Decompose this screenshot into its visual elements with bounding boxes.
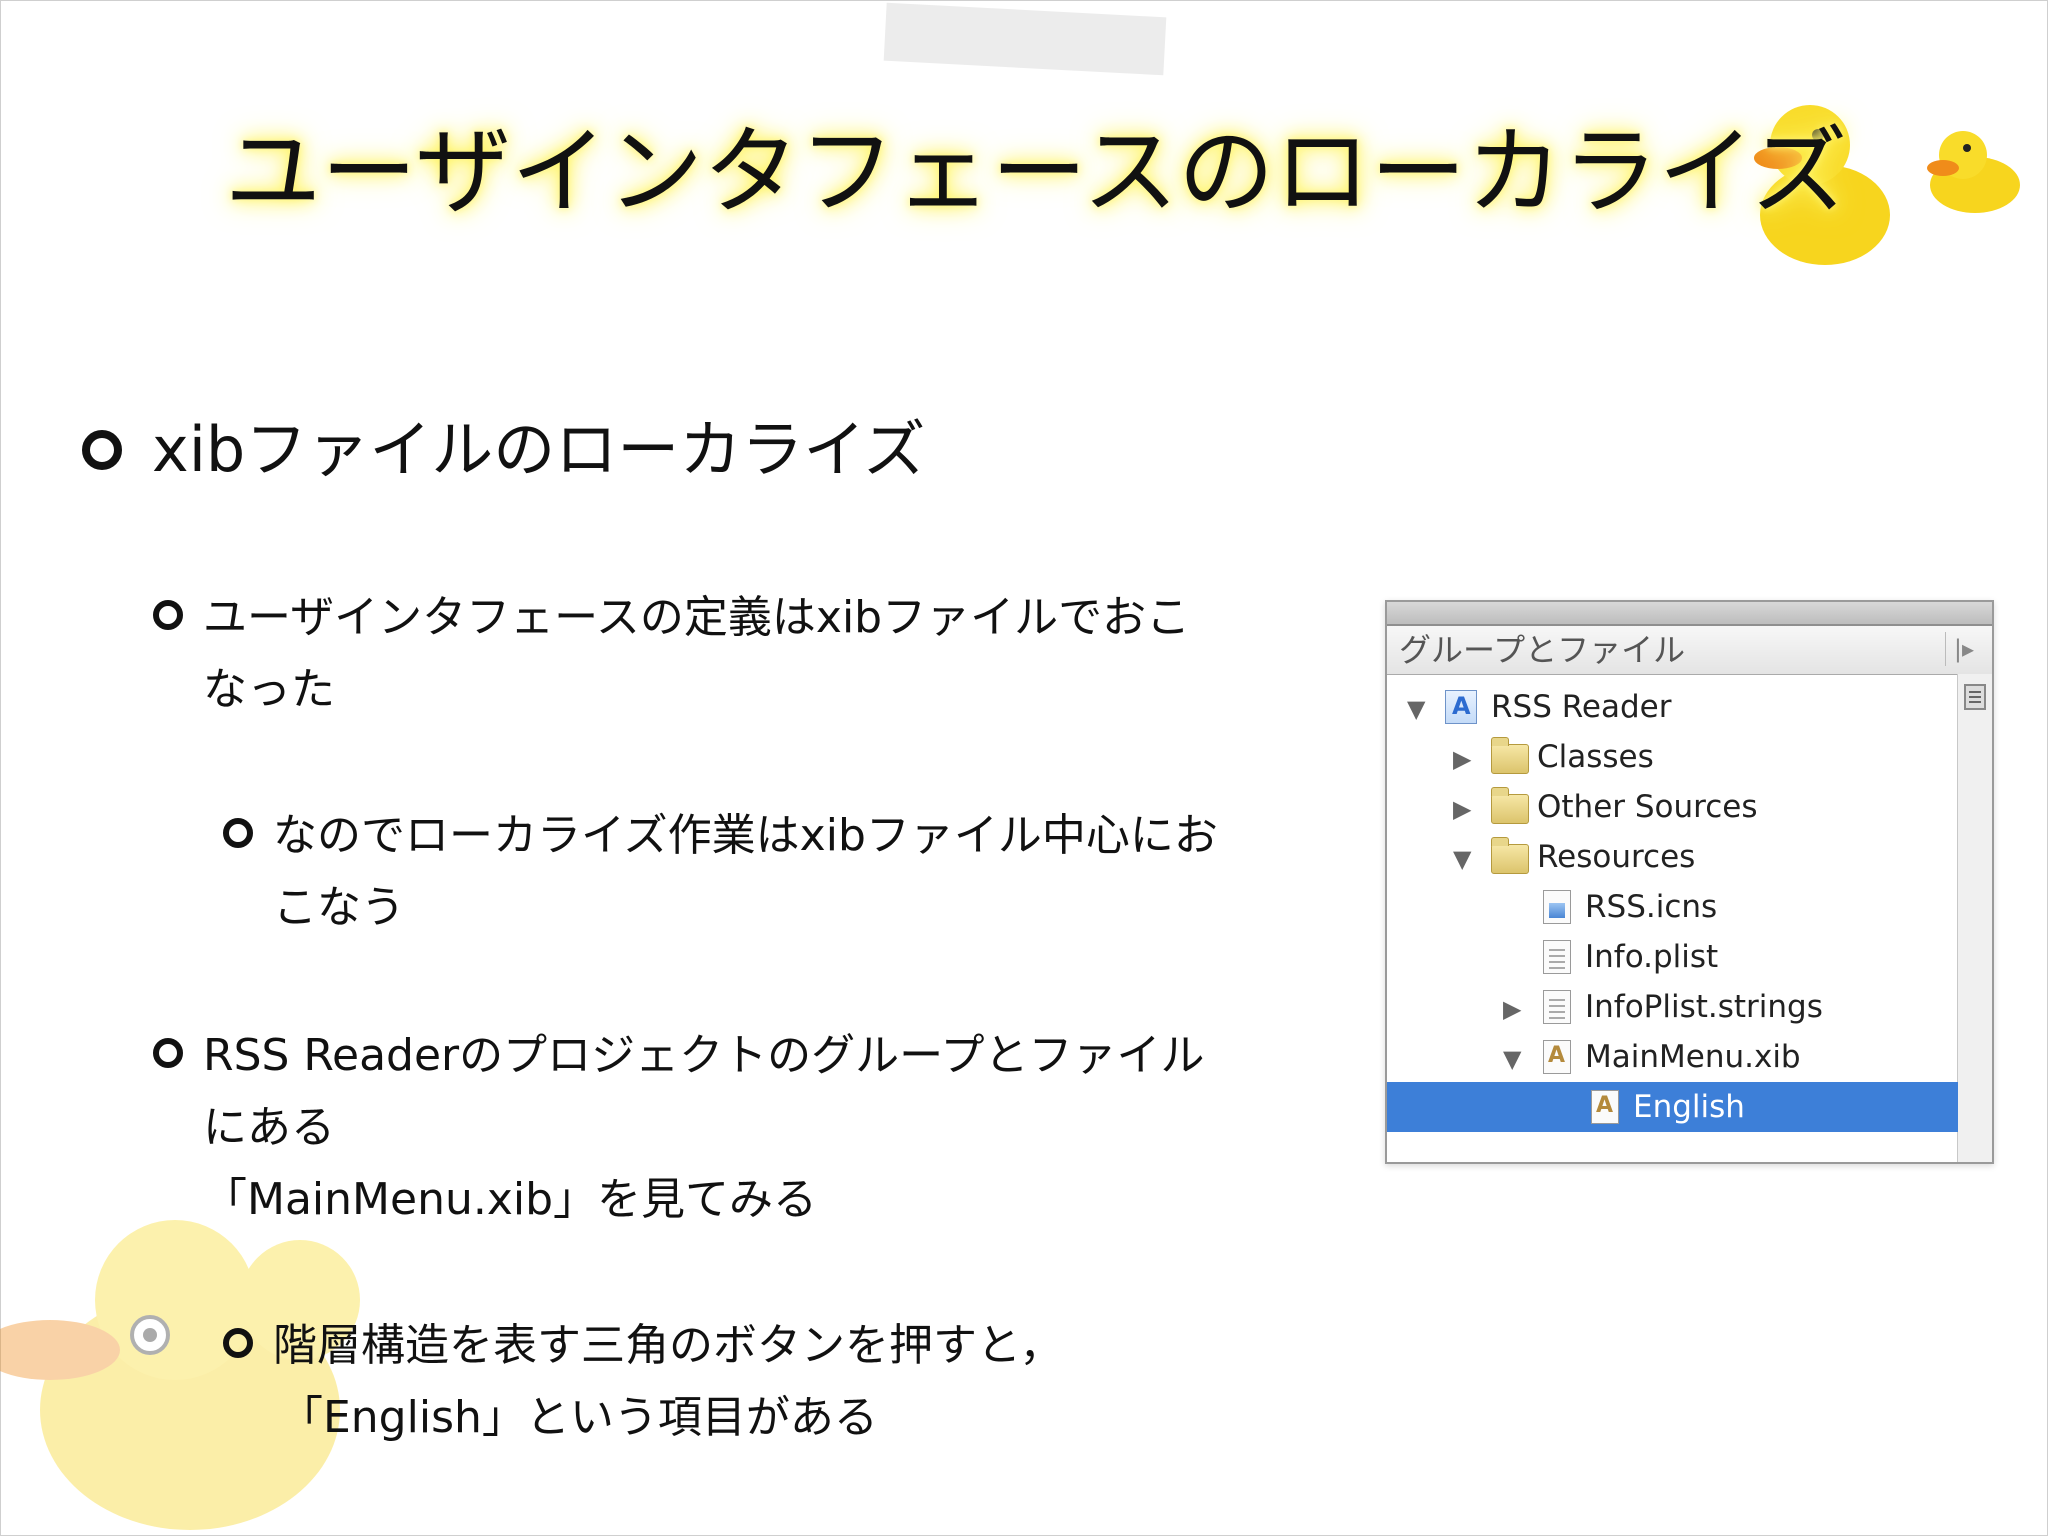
strings-file-icon <box>1543 990 1571 1024</box>
tree-row-label: RSS.icns <box>1585 889 1718 925</box>
folder-icon <box>1491 787 1529 824</box>
bullet-ring-icon <box>82 430 122 470</box>
xib-file-icon <box>1543 1040 1571 1074</box>
tree-row-label: InfoPlist.strings <box>1585 989 1823 1025</box>
bullet-text: ユーザインタフェースの定義はxibファイルでおこなった <box>203 592 1191 715</box>
tree-row-label: English <box>1633 1089 1745 1125</box>
bullet-ring-icon <box>153 1038 183 1068</box>
disclosure-triangle-expanded-icon[interactable]: ▼ <box>1407 697 1425 721</box>
column-resize-icon[interactable]: |▸ <box>1945 632 1982 666</box>
tree-row-info-plist[interactable]: Info.plist <box>1387 932 1958 982</box>
panel-header: グループとファイル |▸ <box>1387 626 1992 675</box>
disclosure-triangle-collapsed-icon[interactable]: ▶ <box>1503 997 1521 1021</box>
bullet-text: RSS Readerのプロジェクトのグループとファイルにある 「MainMenu… <box>203 1030 1205 1225</box>
vertical-scrollbar[interactable] <box>1957 674 1992 1162</box>
disclosure-triangle-expanded-icon[interactable]: ▼ <box>1503 1047 1521 1071</box>
icns-file-icon <box>1543 890 1571 924</box>
groups-and-files-panel: グループとファイル |▸ ▼ RSS Reader ▶ Classes ▶ Ot… <box>1385 600 1994 1164</box>
tree-row-label: Info.plist <box>1585 939 1719 975</box>
bullet-ring-icon <box>223 1328 253 1358</box>
project-icon <box>1445 690 1477 724</box>
tree-row-label: MainMenu.xib <box>1585 1039 1801 1075</box>
duck-decoration-top-2 <box>1927 131 2020 213</box>
bullet-ring-icon <box>153 600 183 630</box>
tree-row-english-selected[interactable]: English <box>1387 1082 1958 1132</box>
folder-icon <box>1491 737 1529 774</box>
tree-row-resources[interactable]: ▼ Resources <box>1387 832 1958 882</box>
tree-row-classes[interactable]: ▶ Classes <box>1387 732 1958 782</box>
disclosure-triangle-collapsed-icon[interactable]: ▶ <box>1453 797 1471 821</box>
bullet-text: 階層構造を表す三角のボタンを押すと， 「English」という項目がある <box>273 1320 1064 1443</box>
tree-row-other-sources[interactable]: ▶ Other Sources <box>1387 782 1958 832</box>
xib-file-icon <box>1591 1090 1619 1124</box>
panel-header-label: グループとファイル <box>1399 631 1686 669</box>
bullet-text: xibファイルのローカライズ <box>152 413 926 486</box>
disclosure-triangle-expanded-icon[interactable]: ▼ <box>1453 847 1471 871</box>
scroll-menu-icon[interactable] <box>1964 684 1986 710</box>
folder-icon <box>1491 837 1529 874</box>
tree-row-label: Resources <box>1537 839 1696 875</box>
bullet-text: なのでローカライズ作業はxibファイル中心におこなう <box>273 810 1218 933</box>
tree-row-rss-icns[interactable]: RSS.icns <box>1387 882 1958 932</box>
tree-row-label: Classes <box>1537 739 1654 775</box>
tree-row-cut-off <box>1459 1147 1529 1162</box>
slide-title: ユーザインタフェースのローカライズ <box>225 116 1848 228</box>
panel-top-bar <box>1387 602 1992 626</box>
tree-row-label: Other Sources <box>1537 789 1758 825</box>
plist-file-icon <box>1543 940 1571 974</box>
tree-row-rss-reader[interactable]: ▼ RSS Reader <box>1387 682 1958 732</box>
tree-row-mainmenu-xib[interactable]: ▼ MainMenu.xib <box>1387 1032 1958 1082</box>
disclosure-triangle-collapsed-icon[interactable]: ▶ <box>1453 747 1471 771</box>
tree-row-label: RSS Reader <box>1491 689 1672 725</box>
tree-row-infoplist-strings[interactable]: ▶ InfoPlist.strings <box>1387 982 1958 1032</box>
bullet-ring-icon <box>223 818 253 848</box>
